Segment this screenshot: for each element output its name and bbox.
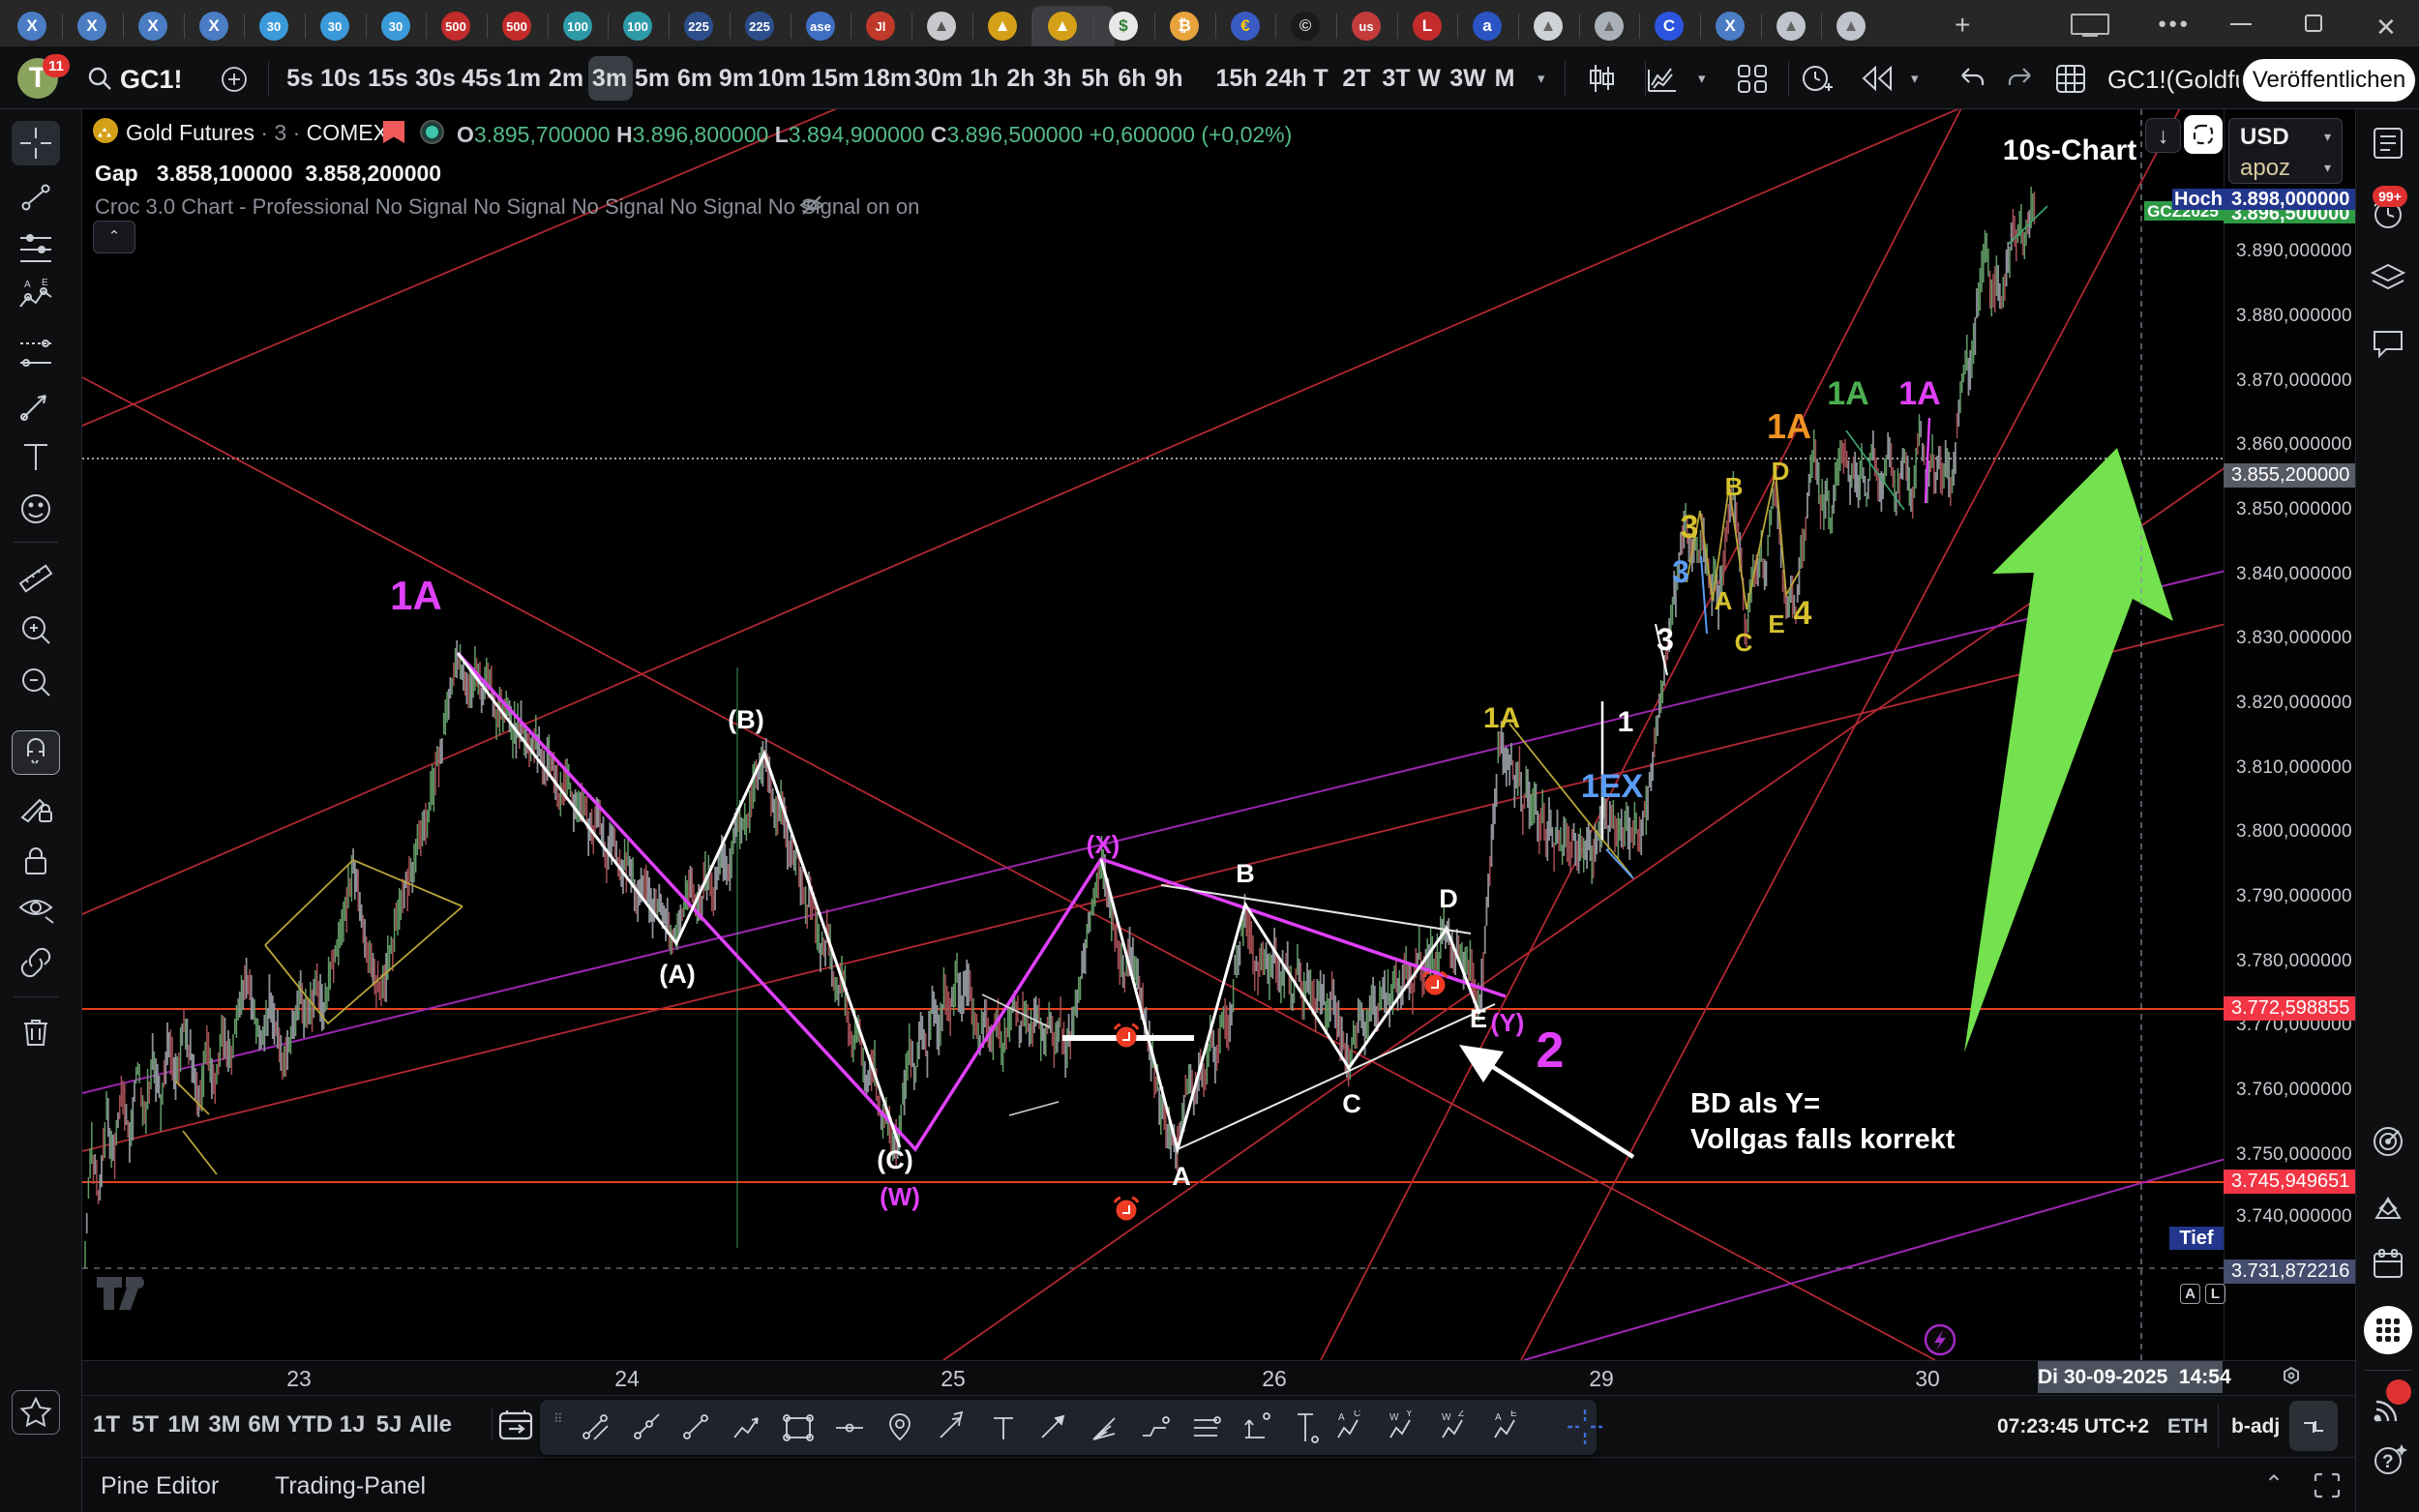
svg-text:C: C [1735, 628, 1753, 657]
svg-text:3: 3 [1657, 622, 1674, 657]
svg-text:A: A [1172, 1162, 1191, 1191]
svg-text:E: E [1768, 609, 1784, 638]
svg-text:1A: 1A [1767, 406, 1811, 446]
svg-text:1A: 1A [1827, 375, 1868, 412]
svg-text:A: A [24, 280, 31, 290]
svg-text:(Y): (Y) [1491, 1008, 1525, 1037]
svg-text:Hoch: Hoch [2174, 189, 2223, 210]
svg-text:4: 4 [1794, 595, 1812, 632]
svg-text:1: 1 [1618, 706, 1634, 738]
svg-text:(W): (W) [880, 1182, 920, 1211]
svg-text:10s-Chart: 10s-Chart [2003, 134, 2136, 166]
svg-text:B: B [1725, 472, 1744, 501]
svg-text:Z: Z [1458, 1410, 1464, 1419]
svg-text:(C): (C) [877, 1145, 912, 1174]
svg-text:B: B [1236, 859, 1255, 888]
svg-text:C: C [1342, 1089, 1361, 1118]
svg-text:3: 3 [1681, 509, 1699, 546]
svg-text:A: A [1495, 1412, 1502, 1423]
svg-text:A: A [1338, 1412, 1345, 1423]
svg-text:E: E [42, 278, 48, 288]
svg-text:E: E [1510, 1410, 1517, 1419]
svg-text:(X): (X) [1087, 830, 1120, 859]
svg-text:3: 3 [1672, 554, 1689, 589]
svg-text:A: A [1715, 586, 1733, 615]
svg-text:1A: 1A [1898, 375, 1940, 412]
svg-text:C: C [1354, 1410, 1360, 1419]
svg-text:Vollgas falls korrekt: Vollgas falls korrekt [1690, 1124, 1956, 1155]
svg-text:W: W [1442, 1412, 1451, 1423]
svg-text:1EX: 1EX [1581, 768, 1644, 805]
svg-text:D: D [1772, 457, 1790, 486]
svg-text:BD als Y=: BD als Y= [1690, 1088, 1820, 1119]
svg-text:?: ? [2382, 1452, 2394, 1472]
svg-text:D: D [1439, 884, 1458, 913]
svg-text:(A): (A) [659, 960, 695, 989]
svg-text:1A: 1A [390, 573, 442, 618]
svg-text:E: E [1470, 1004, 1487, 1033]
svg-text:(B): (B) [728, 705, 763, 734]
svg-text:W: W [1389, 1412, 1399, 1423]
svg-text:1A: 1A [1483, 702, 1520, 734]
svg-text:2: 2 [1537, 1023, 1565, 1079]
svg-text:Y: Y [1406, 1410, 1413, 1419]
